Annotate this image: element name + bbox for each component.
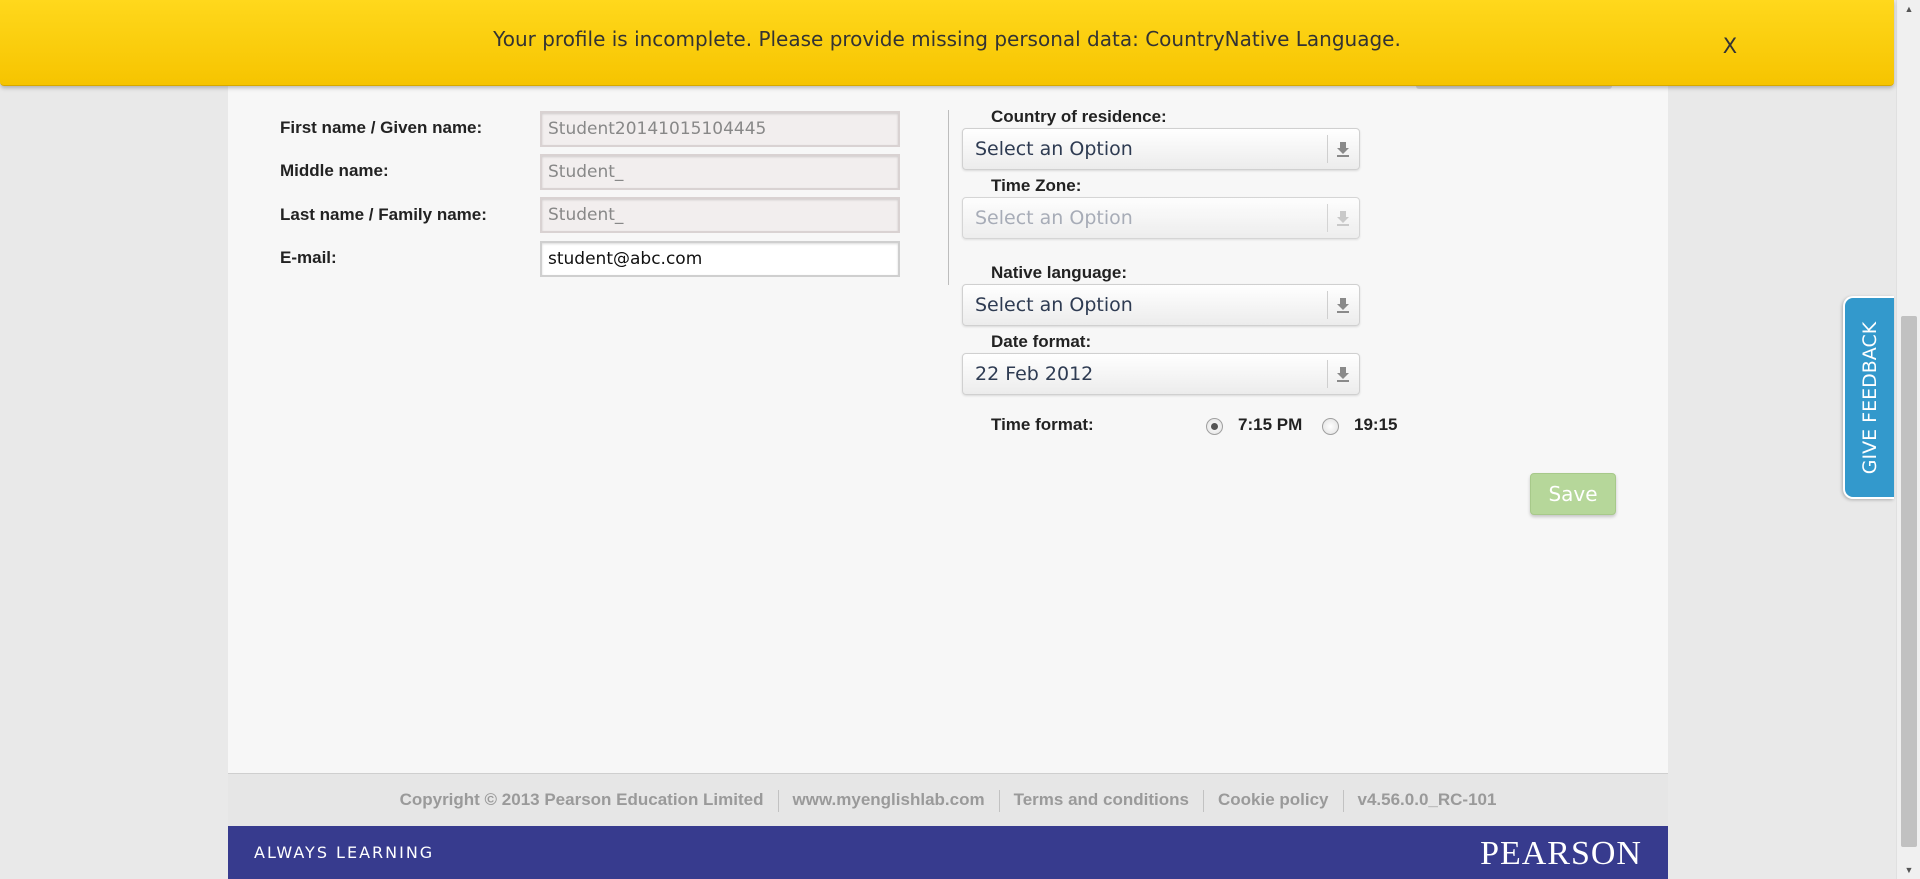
select-separator bbox=[1327, 360, 1328, 388]
scroll-down-arrow-icon[interactable]: ▼ bbox=[1897, 861, 1920, 879]
column-divider bbox=[948, 110, 949, 285]
timezone-select[interactable]: Select an Option bbox=[962, 197, 1360, 239]
scroll-up-arrow-icon[interactable]: ▲ bbox=[1897, 0, 1920, 18]
pearson-logo: PEARSON bbox=[1480, 835, 1642, 872]
time-format-label: Time format: bbox=[991, 415, 1094, 434]
first-name-label: First name / Given name: bbox=[280, 118, 483, 137]
give-feedback-label: GIVE FEEDBACK bbox=[1858, 321, 1881, 474]
timezone-label: Time Zone: bbox=[991, 176, 1082, 195]
first-name-field[interactable] bbox=[540, 111, 900, 147]
date-format-select[interactable]: 22 Feb 2012 bbox=[962, 353, 1360, 395]
middle-name-label: Middle name: bbox=[280, 161, 389, 180]
time-format-24h-label: 19:15 bbox=[1354, 415, 1398, 434]
email-label: E-mail: bbox=[280, 248, 337, 267]
native-language-select-value: Select an Option bbox=[975, 294, 1133, 316]
footer-link-site[interactable]: www.myenglishlab.com bbox=[779, 774, 999, 826]
scrollbar-thumb[interactable] bbox=[1901, 316, 1917, 847]
native-language-label: Native language: bbox=[991, 263, 1128, 282]
profile-incomplete-banner: Your profile is incomplete. Please provi… bbox=[0, 0, 1894, 86]
give-feedback-tab[interactable]: GIVE FEEDBACK bbox=[1843, 296, 1894, 499]
country-label: Country of residence: bbox=[991, 107, 1167, 126]
date-format-label: Date format: bbox=[991, 332, 1092, 351]
dropdown-arrow-icon bbox=[1337, 142, 1349, 157]
country-select[interactable]: Select an Option bbox=[962, 128, 1360, 170]
select-separator bbox=[1327, 204, 1328, 232]
native-language-select[interactable]: Select an Option bbox=[962, 284, 1360, 326]
select-separator bbox=[1327, 291, 1328, 319]
timezone-select-value: Select an Option bbox=[975, 207, 1133, 229]
date-format-select-value: 22 Feb 2012 bbox=[975, 363, 1094, 385]
footer-copyright: Copyright © 2013 Pearson Education Limit… bbox=[399, 790, 764, 809]
time-format-24h-radio[interactable] bbox=[1322, 418, 1339, 435]
footer-version: v4.56.0.0_RC-101 bbox=[1357, 790, 1497, 809]
footer-link-terms[interactable]: Terms and conditions bbox=[1000, 774, 1203, 826]
save-button[interactable]: Save bbox=[1530, 473, 1616, 515]
middle-name-field[interactable] bbox=[540, 154, 900, 190]
last-name-field[interactable] bbox=[540, 197, 900, 233]
time-format-12h-label: 7:15 PM bbox=[1238, 415, 1303, 434]
brand-tagline: ALWAYS LEARNING bbox=[254, 843, 435, 862]
last-name-label: Last name / Family name: bbox=[280, 205, 487, 224]
country-select-value: Select an Option bbox=[975, 138, 1133, 160]
footer-links: Copyright © 2013 Pearson Education Limit… bbox=[228, 773, 1668, 826]
dropdown-arrow-icon bbox=[1337, 298, 1349, 313]
dropdown-arrow-icon bbox=[1337, 367, 1349, 382]
select-separator bbox=[1327, 135, 1328, 163]
email-field[interactable] bbox=[540, 241, 900, 277]
banner-close-button[interactable]: X bbox=[1718, 34, 1742, 60]
dropdown-arrow-icon bbox=[1337, 211, 1349, 226]
page-scrollbar[interactable]: ▲ ▼ bbox=[1896, 0, 1920, 879]
time-format-12h-radio[interactable] bbox=[1206, 418, 1223, 435]
banner-message: Your profile is incomplete. Please provi… bbox=[493, 27, 1401, 51]
footer-link-cookie-policy[interactable]: Cookie policy bbox=[1204, 774, 1343, 826]
radio-selected-dot bbox=[1211, 423, 1218, 430]
hidden-header-button-edge bbox=[1416, 86, 1612, 89]
brand-bar: ALWAYS LEARNING PEARSON bbox=[228, 826, 1668, 879]
